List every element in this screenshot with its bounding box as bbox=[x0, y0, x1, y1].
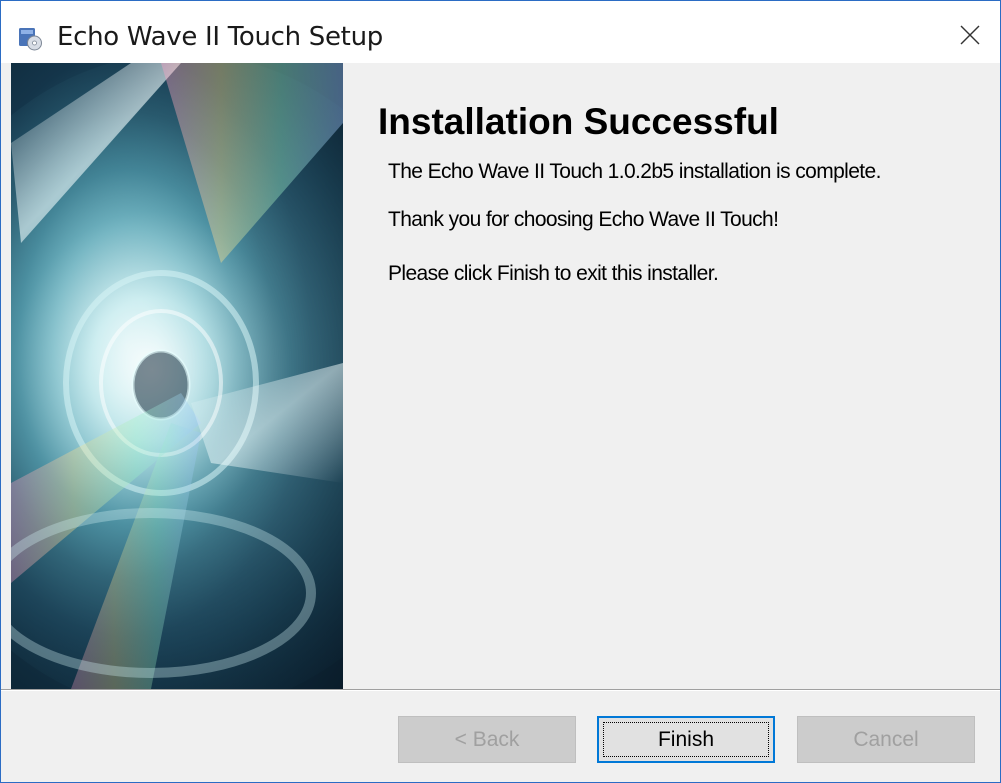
thank-you-message: Thank you for choosing Echo Wave II Touc… bbox=[388, 208, 779, 231]
completion-message: The Echo Wave II Touch 1.0.2b5 installat… bbox=[388, 160, 881, 183]
close-button[interactable] bbox=[948, 15, 992, 55]
setup-window: Echo Wave II Touch Setup Installation Su… bbox=[0, 0, 1001, 783]
installer-cd-icon bbox=[17, 25, 43, 51]
back-button[interactable]: < Back bbox=[398, 716, 576, 763]
close-icon bbox=[960, 25, 980, 45]
finish-button-label: Finish bbox=[657, 727, 715, 751]
window-title: Echo Wave II Touch Setup bbox=[57, 22, 383, 52]
dialog-content: Installation Successful The Echo Wave II… bbox=[1, 63, 1000, 689]
cancel-button-label: Cancel bbox=[853, 727, 919, 751]
title-bar[interactable]: Echo Wave II Touch Setup bbox=[1, 1, 1000, 63]
cancel-button[interactable]: Cancel bbox=[797, 716, 975, 763]
button-bar: < Back Finish Cancel bbox=[1, 689, 1000, 782]
page-title: Installation Successful bbox=[378, 101, 779, 142]
finish-button[interactable]: Finish bbox=[597, 716, 775, 763]
cd-banner-image bbox=[11, 63, 343, 689]
exit-instruction: Please click Finish to exit this install… bbox=[388, 262, 719, 285]
back-button-label: < Back bbox=[454, 727, 520, 751]
